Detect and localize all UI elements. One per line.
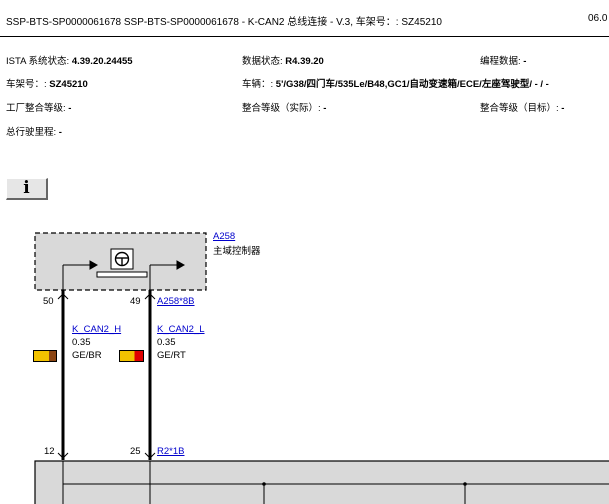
signal-left-link[interactable]: K_CAN2_H — [72, 324, 121, 335]
wire-color-swatch-right — [119, 350, 144, 362]
wire-color-right: GE/RT — [157, 350, 186, 361]
component-id-link[interactable]: A258 — [213, 231, 235, 242]
pin-number-bottom-right: 25 — [130, 446, 141, 457]
wire-color-left: GE/BR — [72, 350, 102, 361]
connector-bottom-link[interactable]: R2*1B — [157, 446, 184, 457]
pin-number-top-left: 50 — [43, 296, 54, 307]
wiring-diagram — [34, 232, 609, 504]
wire-color-swatch-left — [33, 350, 57, 362]
component-name: 主域控制器 — [213, 246, 261, 257]
wire-size-left: 0.35 — [72, 337, 91, 348]
pin-number-bottom-left: 12 — [44, 446, 55, 457]
connector-top-link[interactable]: A258*8B — [157, 296, 195, 307]
component-box-r2 — [34, 460, 609, 504]
wire-size-right: 0.35 — [157, 337, 176, 348]
signal-right-link[interactable]: K_CAN2_L — [157, 324, 205, 335]
pin-number-top-right: 49 — [130, 296, 141, 307]
steering-wheel-icon — [110, 248, 134, 270]
